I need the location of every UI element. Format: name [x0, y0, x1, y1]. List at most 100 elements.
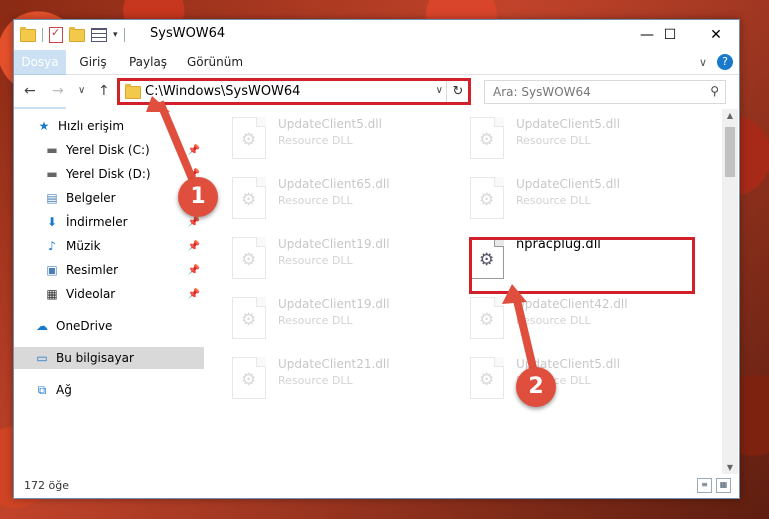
sidebar-item-pictures[interactable]: ▣ Resimler 📌: [14, 259, 204, 281]
video-icon: ▦: [46, 287, 58, 301]
back-button[interactable]: ←: [24, 83, 36, 99]
download-icon: ⬇: [46, 215, 58, 229]
new-folder-icon[interactable]: [69, 26, 85, 42]
gear-icon: ⚙: [241, 370, 257, 390]
item-count: 172 öğe: [24, 479, 69, 492]
sidebar-item-label: Yerel Disk (C:): [66, 143, 150, 157]
gear-icon: ⚙: [479, 310, 495, 330]
pin-icon: 📌: [187, 240, 200, 252]
sidebar-item-documents[interactable]: ▤ Belgeler 📌: [14, 187, 204, 209]
ribbon-collapse-icon[interactable]: ∨: [699, 56, 707, 69]
file-name: UpdateClient5.dll: [516, 117, 620, 131]
sidebar-item-quick-access[interactable]: ★ Hızlı erişim: [14, 115, 204, 137]
vertical-scrollbar[interactable]: ▲ ▼: [722, 109, 738, 474]
help-icon[interactable]: ?: [717, 54, 733, 70]
large-icons-view-button[interactable]: ▦: [716, 478, 731, 493]
dll-file-icon: ⚙: [470, 297, 504, 339]
folder-icon: [20, 26, 36, 42]
scroll-thumb[interactable]: [725, 127, 735, 177]
sidebar-item-videos[interactable]: ▦ Videolar 📌: [14, 283, 204, 305]
file-item[interactable]: ⚙ UpdateClient19.dll Resource DLL: [214, 235, 424, 295]
status-bar: 172 öğe ≡ ▦: [14, 474, 739, 498]
sidebar-item-label: Müzik: [66, 239, 101, 253]
file-item[interactable]: ⚙ UpdateClient5.dll Resource DLL: [214, 115, 424, 175]
tab-paylas[interactable]: Paylaş: [118, 50, 178, 74]
gear-icon: ⚙: [241, 250, 257, 270]
maximize-button[interactable]: ☐: [647, 20, 693, 50]
sidebar-item-onedrive[interactable]: ☁ OneDrive: [14, 315, 204, 337]
drive-icon: ▬: [46, 167, 58, 181]
file-name: UpdateClient42.dll: [516, 297, 628, 311]
search-icon[interactable]: ⚲: [710, 84, 719, 98]
file-item[interactable]: ⚙ UpdateClient5.dll Resource DLL: [452, 355, 662, 415]
file-item[interactable]: ⚙ UpdateClient65.dll Resource DLL: [214, 175, 424, 235]
gear-icon: ⚙: [479, 190, 495, 210]
sidebar-item-label: Hızlı erişim: [58, 119, 125, 133]
ribbon-tabs: Dosya Giriş Paylaş Görünüm ∨ ?: [14, 50, 739, 110]
details-view-button[interactable]: ≡: [697, 478, 712, 493]
close-button[interactable]: ✕: [693, 20, 739, 50]
gear-icon: ⚙: [479, 370, 495, 390]
pin-icon: 📌: [187, 288, 200, 300]
file-item[interactable]: ⚙ UpdateClient5.dll Resource DLL: [452, 115, 662, 175]
file-explorer-window: ▾ SysWOW64 — ☐ ✕ Dosya Giriş Paylaş Görü…: [13, 19, 740, 499]
up-button[interactable]: ↑: [98, 83, 110, 99]
file-type: Resource DLL: [516, 194, 591, 207]
navigation-pane: ★ Hızlı erişim ▬ Yerel Disk (C:) 📌 ▬ Yer…: [14, 109, 204, 474]
step-2-badge: 2: [516, 367, 556, 407]
toolbar-divider: [42, 28, 43, 42]
file-type: Resource DLL: [516, 134, 591, 147]
file-highlight: [469, 237, 695, 294]
tab-giris[interactable]: Giriş: [68, 50, 118, 74]
scroll-down-icon[interactable]: ▼: [722, 463, 738, 472]
search-box[interactable]: ⚲: [484, 80, 726, 104]
scroll-up-icon[interactable]: ▲: [722, 111, 738, 120]
window-title: SysWOW64: [150, 26, 226, 41]
sidebar-item-label: Ağ: [56, 383, 72, 397]
file-item[interactable]: ⚙ UpdateClient19.dll Resource DLL: [214, 295, 424, 355]
file-type: Resource DLL: [278, 194, 353, 207]
dll-file-icon: ⚙: [232, 177, 266, 219]
file-name: UpdateClient5.dll: [516, 177, 620, 191]
sidebar-item-label: İndirmeler: [66, 215, 128, 229]
toolbar-divider: [123, 28, 125, 42]
tab-gorunum[interactable]: Görünüm: [180, 50, 250, 74]
dll-file-icon: ⚙: [470, 117, 504, 159]
file-item[interactable]: ⚙ UpdateClient5.dll Resource DLL: [452, 175, 662, 235]
gear-icon: ⚙: [241, 310, 257, 330]
sidebar-item-local-disk-c[interactable]: ▬ Yerel Disk (C:) 📌: [14, 139, 204, 161]
customize-toolbar-dropdown[interactable]: ▾: [113, 30, 118, 40]
star-icon: ★: [38, 119, 50, 133]
file-item[interactable]: ⚙ UpdateClient42.dll Resource DLL: [452, 295, 662, 355]
sidebar-item-label: Belgeler: [66, 191, 116, 205]
dll-file-icon: ⚙: [470, 357, 504, 399]
step-1-badge: 1: [178, 177, 218, 217]
sidebar-item-downloads[interactable]: ⬇ İndirmeler 📌: [14, 211, 204, 233]
sidebar-item-label: Yerel Disk (D:): [66, 167, 151, 181]
properties-icon[interactable]: [49, 26, 63, 43]
gear-icon: ⚙: [479, 130, 495, 150]
sidebar-item-local-disk-d[interactable]: ▬ Yerel Disk (D:) 📌: [14, 163, 204, 185]
file-name: UpdateClient19.dll: [278, 297, 390, 311]
forward-button[interactable]: →: [52, 83, 64, 99]
file-name: UpdateClient65.dll: [278, 177, 390, 191]
view-icon[interactable]: [91, 28, 107, 42]
dll-file-icon: ⚙: [232, 357, 266, 399]
sidebar-item-music[interactable]: ♪ Müzik 📌: [14, 235, 204, 257]
quick-access-toolbar: ▾: [20, 26, 125, 44]
recent-locations-dropdown[interactable]: ∨: [78, 85, 85, 96]
cloud-icon: ☁: [36, 319, 48, 333]
title-bar: ▾ SysWOW64 — ☐ ✕: [14, 20, 739, 50]
file-name: UpdateClient19.dll: [278, 237, 390, 251]
network-icon: ⧉: [37, 382, 47, 397]
file-item[interactable]: ⚙ UpdateClient21.dll Resource DLL: [214, 355, 424, 415]
pin-icon: 📌: [187, 216, 200, 228]
pin-icon: 📌: [187, 144, 200, 156]
drive-icon: ▬: [46, 143, 58, 157]
sidebar-item-network[interactable]: ⧉ Ağ: [14, 379, 204, 401]
dll-file-icon: ⚙: [232, 237, 266, 279]
pin-icon: 📌: [187, 264, 200, 276]
gear-icon: ⚙: [241, 190, 257, 210]
sidebar-item-this-pc[interactable]: ▭ Bu bilgisayar: [14, 347, 204, 369]
search-input[interactable]: [491, 81, 695, 103]
